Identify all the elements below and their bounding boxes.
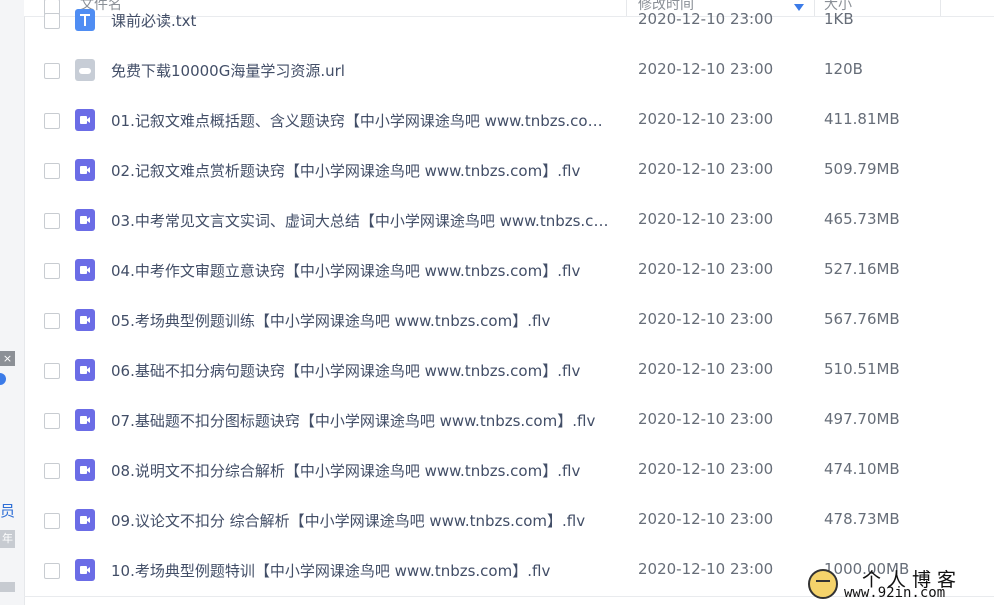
sidebar-tag-fragment: 年: [0, 530, 15, 548]
video-file-icon: [75, 259, 95, 281]
file-row[interactable]: 08.说明文不扣分综合解析【中小学网课途鸟吧 www.tnbzs.com】.fl…: [24, 446, 994, 496]
file-modified-time: 2020-12-10 23:00: [638, 110, 774, 128]
file-size: 465.73MB: [824, 210, 900, 228]
file-modified-time: 2020-12-10 23:00: [638, 160, 774, 178]
file-modified-time: 2020-12-10 23:00: [638, 10, 774, 28]
collapse-handle[interactable]: [0, 373, 6, 385]
file-name[interactable]: 07.基础题不扣分图标题诀窍【中小学网课途鸟吧 www.tnbzs.com】.f…: [111, 410, 616, 431]
file-size: 509.79MB: [824, 160, 900, 178]
file-name[interactable]: 03.中考常见文言文实词、虚词大总结【中小学网课途鸟吧 www.tnbzs.co…: [111, 210, 616, 231]
file-modified-time: 2020-12-10 23:00: [638, 460, 774, 478]
file-row[interactable]: 07.基础题不扣分图标题诀窍【中小学网课途鸟吧 www.tnbzs.com】.f…: [24, 396, 994, 446]
file-name[interactable]: 04.中考作文审题立意诀窍【中小学网课途鸟吧 www.tnbzs.com】.fl…: [111, 260, 616, 281]
file-modified-time: 2020-12-10 23:00: [638, 310, 774, 328]
row-checkbox[interactable]: [44, 463, 60, 479]
row-checkbox[interactable]: [44, 363, 60, 379]
file-modified-time: 2020-12-10 23:00: [638, 410, 774, 428]
row-checkbox[interactable]: [44, 63, 60, 79]
file-size: 478.73MB: [824, 510, 900, 528]
video-file-icon: [75, 409, 95, 431]
row-checkbox[interactable]: [44, 13, 60, 29]
file-row[interactable]: 免费下载10000G海量学习资源.url 2020-12-10 23:00 120B: [24, 46, 994, 96]
mascot-logo-icon: [808, 569, 838, 599]
file-modified-time: 2020-12-10 23:00: [638, 260, 774, 278]
file-name[interactable]: 05.考场典型例题训练【中小学网课途鸟吧 www.tnbzs.com】.flv: [111, 310, 616, 331]
video-file-icon: [75, 459, 95, 481]
file-row[interactable]: 06.基础不扣分病句题诀窍【中小学网课途鸟吧 www.tnbzs.com】.fl…: [24, 346, 994, 396]
file-row[interactable]: 05.考场典型例题训练【中小学网课途鸟吧 www.tnbzs.com】.flv 2…: [24, 296, 994, 346]
watermark-url: www.92in.com: [844, 585, 946, 601]
file-name[interactable]: 06.基础不扣分病句题诀窍【中小学网课途鸟吧 www.tnbzs.com】.fl…: [111, 360, 616, 381]
file-name[interactable]: 08.说明文不扣分综合解析【中小学网课途鸟吧 www.tnbzs.com】.fl…: [111, 460, 616, 481]
file-row[interactable]: 04.中考作文审题立意诀窍【中小学网课途鸟吧 www.tnbzs.com】.fl…: [24, 246, 994, 296]
watermark: 个人博客 www.92in.com: [800, 563, 994, 605]
row-checkbox[interactable]: [44, 313, 60, 329]
txt-file-icon: [75, 9, 95, 31]
video-file-icon: [75, 559, 95, 581]
file-modified-time: 2020-12-10 23:00: [638, 510, 774, 528]
file-name[interactable]: 01.记叙文难点概括题、含义题诀窍【中小学网课途鸟吧 www.tnbzs.com…: [111, 110, 616, 131]
file-name[interactable]: 免费下载10000G海量学习资源.url: [111, 60, 616, 81]
video-file-icon: [75, 359, 95, 381]
file-modified-time: 2020-12-10 23:00: [638, 60, 774, 78]
file-name[interactable]: 10.考场典型例题特训【中小学网课途鸟吧 www.tnbzs.com】.flv: [111, 560, 616, 581]
file-size: 120B: [824, 60, 863, 78]
video-file-icon: [75, 209, 95, 231]
video-file-icon: [75, 309, 95, 331]
row-checkbox[interactable]: [44, 513, 60, 529]
url-file-icon: [75, 59, 95, 81]
row-checkbox[interactable]: [44, 413, 60, 429]
row-checkbox[interactable]: [44, 113, 60, 129]
close-icon[interactable]: ×: [0, 351, 15, 366]
row-checkbox[interactable]: [44, 263, 60, 279]
file-row[interactable]: 课前必读.txt 2020-12-10 23:00 1KB: [24, 0, 994, 46]
file-row[interactable]: 09.议论文不扣分 综合解析【中小学网课途鸟吧 www.tnbzs.com】.f…: [24, 496, 994, 546]
file-modified-time: 2020-12-10 23:00: [638, 360, 774, 378]
file-row[interactable]: 01.记叙文难点概括题、含义题诀窍【中小学网课途鸟吧 www.tnbzs.com…: [24, 96, 994, 146]
file-row[interactable]: 03.中考常见文言文实词、虚词大总结【中小学网课途鸟吧 www.tnbzs.co…: [24, 196, 994, 246]
file-row[interactable]: 02.记叙文难点赏析题诀窍【中小学网课途鸟吧 www.tnbzs.com】.fl…: [24, 146, 994, 196]
video-file-icon: [75, 159, 95, 181]
file-size: 510.51MB: [824, 360, 900, 378]
file-modified-time: 2020-12-10 23:00: [638, 210, 774, 228]
row-checkbox[interactable]: [44, 563, 60, 579]
file-size: 1KB: [824, 10, 854, 28]
video-file-icon: [75, 109, 95, 131]
file-size: 411.81MB: [824, 110, 900, 128]
sidebar-label-fragment: 员: [0, 502, 16, 520]
file-size: 497.70MB: [824, 410, 900, 428]
file-name[interactable]: 09.议论文不扣分 综合解析【中小学网课途鸟吧 www.tnbzs.com】.f…: [111, 510, 616, 531]
video-file-icon: [75, 509, 95, 531]
sidebar-bottom-block: [0, 582, 15, 592]
file-size: 474.10MB: [824, 460, 900, 478]
file-size: 527.16MB: [824, 260, 900, 278]
file-name[interactable]: 02.记叙文难点赏析题诀窍【中小学网课途鸟吧 www.tnbzs.com】.fl…: [111, 160, 616, 181]
file-name[interactable]: 课前必读.txt: [111, 10, 616, 31]
row-checkbox[interactable]: [44, 163, 60, 179]
row-checkbox[interactable]: [44, 213, 60, 229]
file-modified-time: 2020-12-10 23:00: [638, 560, 774, 578]
file-size: 567.76MB: [824, 310, 900, 328]
left-sidebar-strip: × 员 年: [0, 0, 25, 605]
